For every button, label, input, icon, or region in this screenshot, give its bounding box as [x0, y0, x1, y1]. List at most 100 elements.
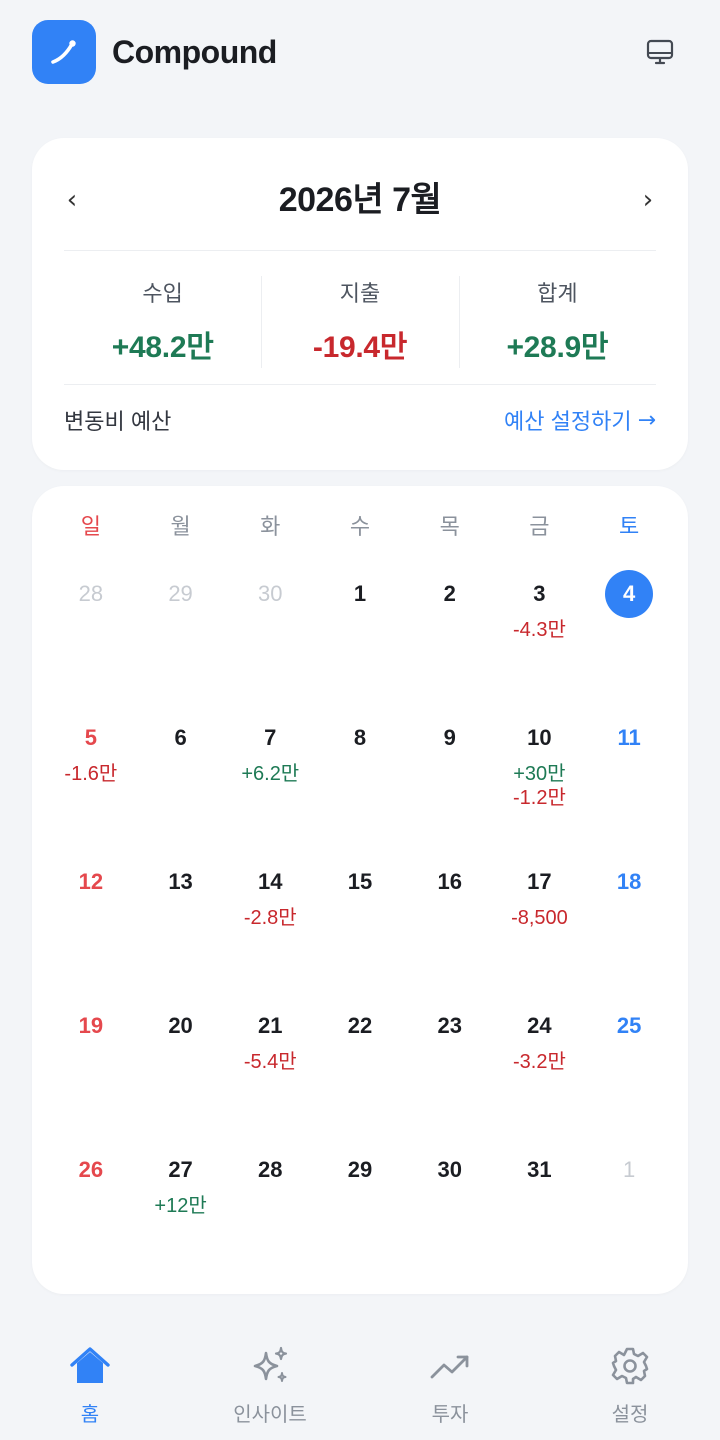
day-number: 26	[78, 1157, 104, 1182]
calendar-day-cell[interactable]: 5 -1.6만	[46, 714, 136, 858]
weekday-label: 토	[619, 514, 640, 539]
calendar-day-cell[interactable]: 17 -8,500	[495, 858, 585, 1002]
nav-home[interactable]: 홈	[20, 1344, 160, 1427]
month-navigator: ‹ 2026년 7월 ›	[64, 170, 656, 230]
nav-settings[interactable]: 설정	[560, 1344, 700, 1427]
day-number: 29	[168, 581, 193, 606]
arrow-right-icon: →	[637, 407, 656, 433]
nav-home-label: 홈	[80, 1404, 100, 1426]
calendar-day-cell[interactable]: 26	[46, 1146, 136, 1290]
calendar-day-cell[interactable]: 11	[584, 714, 674, 858]
nav-insights-label: 인사이트	[233, 1404, 307, 1426]
calendar-day-cell[interactable]: 30	[405, 1146, 495, 1290]
monthly-stats: 수입 +48.2만 지출 -19.4만 합계 +28.9만	[64, 276, 656, 368]
day-number: 29	[347, 1157, 373, 1182]
set-budget-label: 예산 설정하기	[504, 409, 632, 434]
income-amount: +6.2만	[241, 763, 300, 785]
calendar-day-cell[interactable]: 18	[584, 858, 674, 1002]
day-number: 24	[527, 1013, 552, 1038]
weekday-label: 수	[349, 514, 371, 539]
calendar-day-cell[interactable]: 20	[136, 1002, 226, 1146]
calendar-day-cell[interactable]: 31	[495, 1146, 585, 1290]
calendar-day-cell[interactable]: 28	[225, 1146, 315, 1290]
day-number: 21	[258, 1013, 283, 1038]
day-number: 8	[353, 725, 367, 750]
calendar-day-cell[interactable]: 13	[136, 858, 226, 1002]
logo-curve-icon	[51, 40, 76, 64]
day-number: 10	[527, 725, 552, 750]
variable-budget-label: 변동비 예산	[64, 409, 172, 434]
calendar-day-cell[interactable]: 9	[405, 714, 495, 858]
calendar-day-cell[interactable]: 6	[136, 714, 226, 858]
expense-value: -19.4만	[312, 331, 408, 364]
calendar-day-cell[interactable]: 2	[405, 570, 495, 714]
calendar-day-cell[interactable]: 19	[46, 1002, 136, 1146]
expense-stat: 지출 -19.4만	[261, 276, 458, 368]
calendar-day-cell[interactable]: 14 -2.8만	[225, 858, 315, 1002]
day-number: 17	[527, 869, 552, 894]
app-header: Compound	[32, 20, 688, 84]
divider	[64, 250, 656, 251]
calendar-day-cell[interactable]: 25	[584, 1002, 674, 1146]
calendar-day-cell[interactable]: 27 +12만	[136, 1146, 226, 1290]
income-stat: 수입 +48.2만	[64, 276, 261, 368]
expense-amount: -1.2만	[512, 787, 566, 809]
day-number: 31	[527, 1157, 552, 1182]
set-budget-link[interactable]: 예산 설정하기 →	[504, 404, 656, 436]
budget-row: 변동비 예산 예산 설정하기 →	[64, 400, 656, 440]
calendar-day-cell[interactable]: 8	[315, 714, 405, 858]
calendar-day-cell[interactable]: 24 -3.2만	[495, 1002, 585, 1146]
calendar-day-cell[interactable]: 15	[315, 858, 405, 1002]
calendar-day-cell[interactable]: 1	[584, 1146, 674, 1290]
calendar-day-cell[interactable]: 10 +30만 -1.2만	[495, 714, 585, 858]
expense-label: 지출	[339, 281, 381, 306]
trending-up-icon	[430, 1355, 469, 1379]
calendar-day-cell[interactable]: 1	[315, 570, 405, 714]
desktop-view-button[interactable]	[642, 34, 678, 70]
calendar-day-cell[interactable]: 22	[315, 1002, 405, 1146]
day-number: 30	[437, 1157, 462, 1182]
weekday-label: 목	[439, 514, 460, 539]
income-amount: +12만	[154, 1195, 207, 1217]
calendar-day-cell[interactable]: 21 -5.4만	[225, 1002, 315, 1146]
app-root: Compound ‹ 2026년 7월 › 수입 +48.2만 지출 -19.4…	[0, 0, 720, 1440]
nav-insights[interactable]: 인사이트	[200, 1344, 340, 1427]
income-amount: +30만	[513, 763, 566, 785]
day-number: 25	[616, 1013, 642, 1038]
gear-icon	[611, 1347, 649, 1385]
calendar-day-cell[interactable]: 29	[315, 1146, 405, 1290]
calendar-day-cell[interactable]: 29	[136, 570, 226, 714]
monitor-icon	[646, 39, 674, 65]
total-value: +28.9만	[506, 331, 609, 364]
day-number: 13	[168, 869, 193, 894]
calendar-day-cell[interactable]: 7 +6.2만	[225, 714, 315, 858]
calendar-day-cell[interactable]: 16	[405, 858, 495, 1002]
weekday-label: 월	[170, 514, 191, 539]
calendar-day-cell[interactable]: 3 -4.3만	[495, 570, 585, 714]
day-number: 7	[264, 725, 277, 750]
weekday-label: 화	[260, 514, 281, 539]
day-number: 18	[616, 869, 642, 894]
day-number: 20	[168, 1013, 193, 1038]
app-title: Compound	[112, 34, 277, 70]
nav-settings-label: 설정	[611, 1404, 649, 1426]
nav-invest[interactable]: 투자	[380, 1344, 520, 1427]
calendar-day-cell[interactable]: 28	[46, 570, 136, 714]
day-number: 19	[78, 1013, 104, 1038]
sparkles-icon	[253, 1346, 288, 1382]
next-month-button[interactable]: ›	[630, 180, 666, 220]
expense-amount: -8,500	[511, 907, 568, 929]
calendar-day-cell[interactable]: 12	[46, 858, 136, 1002]
calendar-day-cell[interactable]: 23	[405, 1002, 495, 1146]
calendar-day-cell[interactable]: 4	[584, 570, 674, 714]
day-number: 28	[258, 1157, 283, 1182]
calendar-card: 일월화수목금토 28 29 30 1 2 3 -4.3만 4 5 -1.6만 6 7 +6.2만 8 9 10…	[32, 486, 688, 1294]
day-number: 22	[347, 1013, 373, 1038]
day-number: 27	[168, 1157, 193, 1182]
day-number: 30	[258, 581, 283, 606]
calendar-day-cell[interactable]: 30	[225, 570, 315, 714]
day-number: 12	[78, 869, 104, 894]
income-value: +48.2만	[111, 331, 214, 364]
day-number: 1	[623, 1157, 636, 1182]
divider	[64, 384, 656, 385]
